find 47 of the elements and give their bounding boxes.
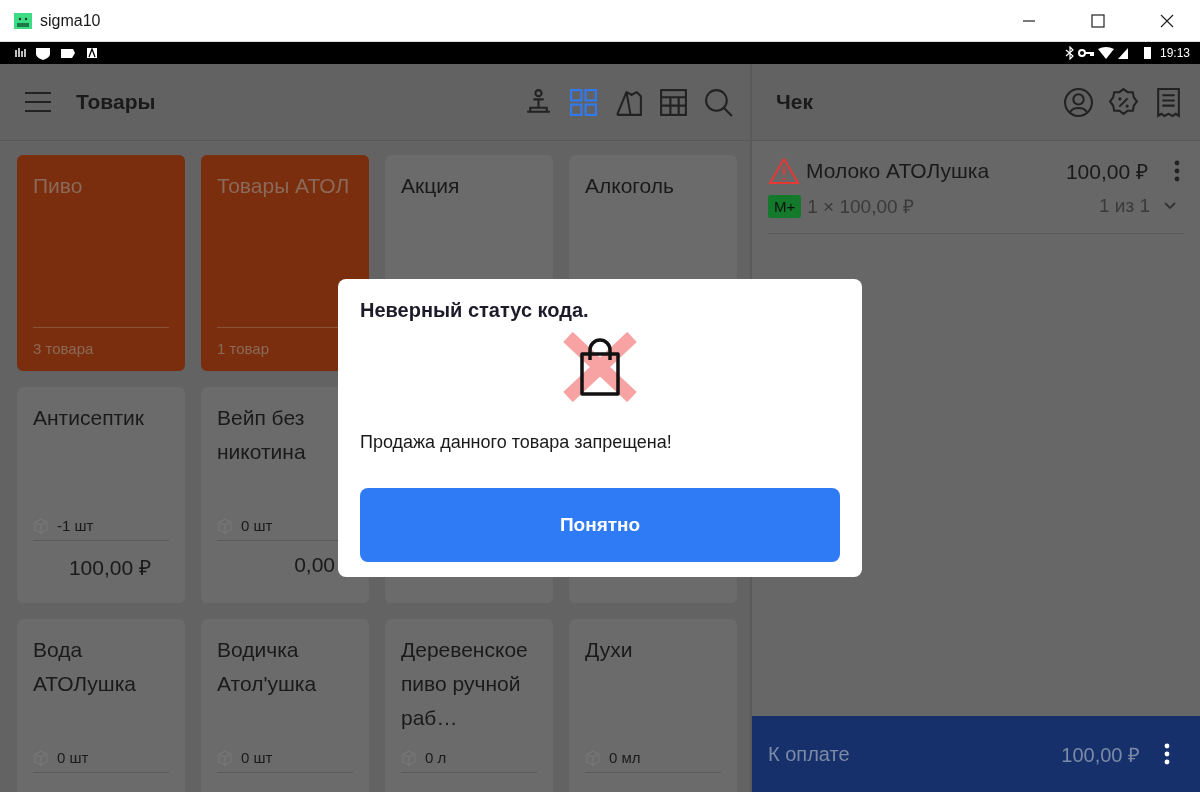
card-title: Вода АТОЛушка — [33, 637, 138, 697]
card-title: Вейп без никотина — [217, 405, 307, 465]
card-title: Пиво — [33, 173, 84, 199]
search-icon[interactable] — [703, 86, 734, 118]
card-title: Духи — [585, 637, 634, 663]
maximize-icon[interactable] — [1091, 13, 1105, 28]
item-price: 100,00 ₽ — [1065, 159, 1148, 185]
item-name: Молоко АТОЛушка — [806, 159, 990, 183]
stock-quantity: -1 шт — [57, 517, 94, 534]
table-icon[interactable] — [658, 86, 689, 118]
card-price: 0,00 — [293, 553, 336, 577]
card-title: Алкоголь — [585, 173, 675, 199]
stock-quantity: 0 шт — [57, 749, 89, 766]
close-icon[interactable] — [1160, 13, 1174, 28]
product-card[interactable]: Пиво 3 товара — [17, 155, 185, 371]
card-title: Деревенское пиво ручной раб… — [401, 637, 529, 731]
item-count: 3 товара — [33, 340, 94, 357]
payment-bar[interactable]: К оплате 100,00 ₽ — [752, 716, 1200, 792]
product-card[interactable]: Духи 0 мл — [569, 619, 737, 792]
more-icon[interactable] — [1164, 743, 1170, 765]
card-price: 100,00 ₽ — [67, 555, 152, 581]
product-card[interactable]: Антисептик -1 шт 100,00 ₽ — [17, 387, 185, 603]
stock-quantity: 0 л — [425, 749, 447, 766]
total-amount: 100,00 ₽ — [1061, 742, 1140, 768]
stock-quantity: 0 шт — [241, 749, 273, 766]
product-card[interactable]: Вода АТОЛушка 0 шт — [17, 619, 185, 792]
grid-icon[interactable] — [568, 86, 599, 118]
card-title: Акция — [401, 173, 461, 199]
android-app-icon — [14, 12, 32, 29]
chevron-down-icon[interactable] — [1164, 202, 1176, 210]
product-card[interactable]: Деревенское пиво ручной раб… 0 л — [385, 619, 553, 792]
total-label: К оплате — [768, 742, 850, 766]
panel-title: Товары — [76, 90, 156, 114]
stock-quantity: 0 шт — [241, 517, 273, 534]
user-icon[interactable] — [1063, 86, 1094, 118]
card-title: Антисептик — [33, 405, 146, 431]
card-title: Водичка Атол'ушка — [217, 637, 318, 697]
window-title: sigma10 — [40, 11, 101, 30]
status-time: 19:13 — [1159, 46, 1190, 60]
marking-badge: M+ — [768, 194, 802, 218]
product-card[interactable]: Водичка Атол'ушка 0 шт — [201, 619, 369, 792]
card-title: Товары АТОЛ — [217, 173, 351, 199]
discount-icon[interactable] — [1108, 86, 1139, 118]
ok-button[interactable]: Понятно — [360, 488, 840, 562]
item-count: 1 товар — [217, 340, 270, 357]
receipt-title: Чек — [776, 90, 813, 114]
stock-quantity: 0 мл — [609, 749, 641, 766]
